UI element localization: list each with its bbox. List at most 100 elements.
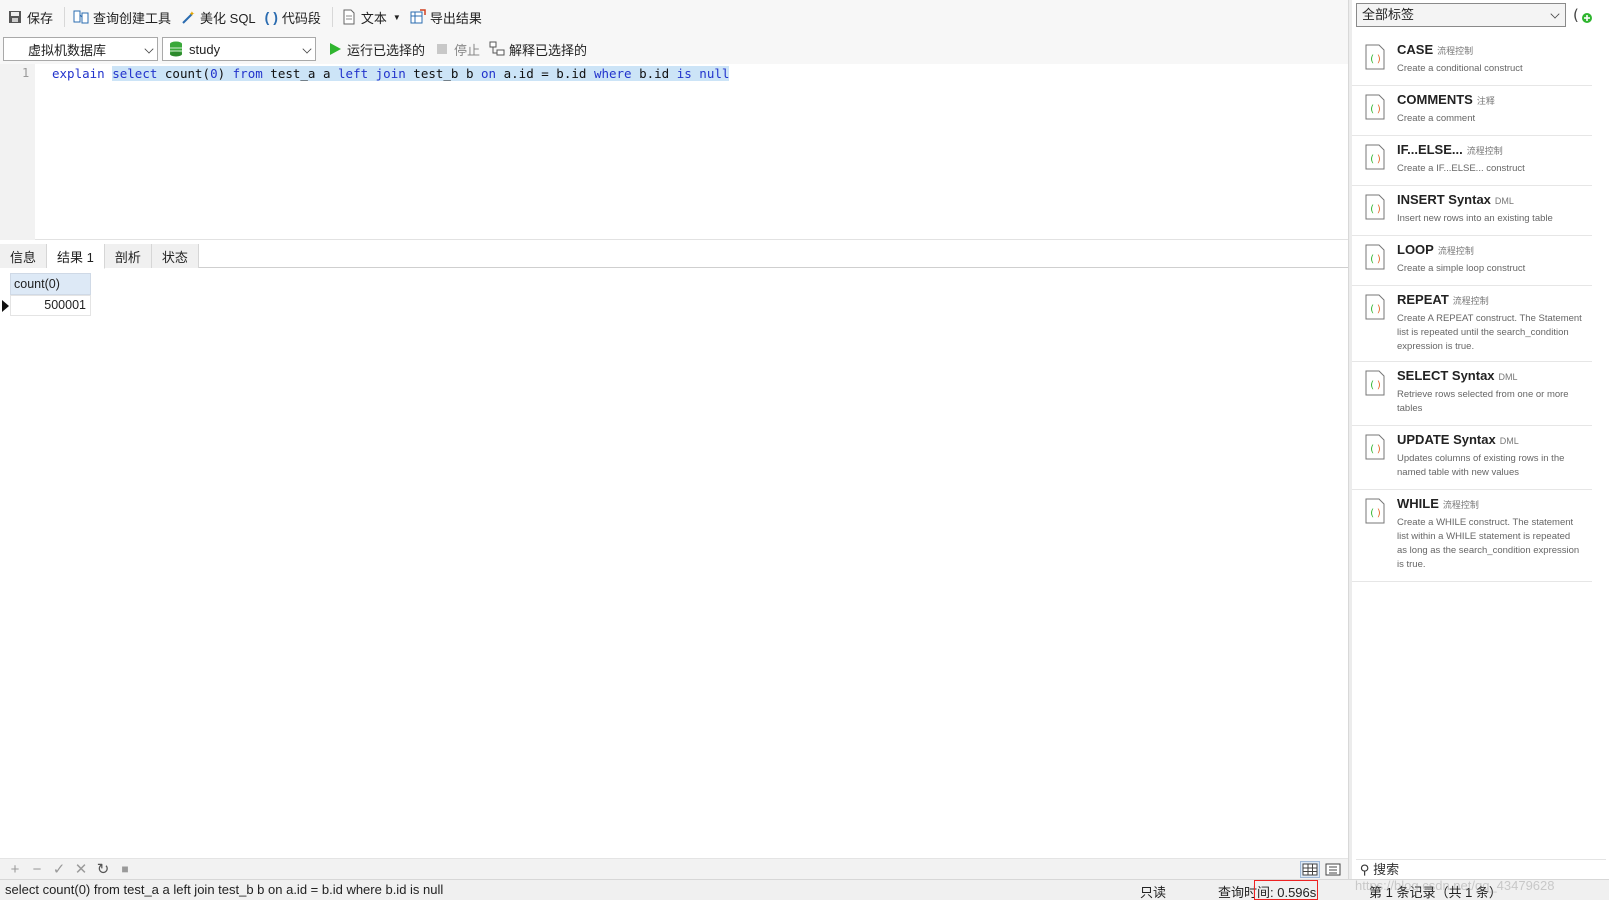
snippet-search[interactable]: ⚲ 搜索 — [1356, 859, 1606, 879]
query-time-highlight-box — [1254, 880, 1318, 900]
result-cell[interactable]: 500001 — [10, 295, 91, 316]
snippet-tag: DML — [1498, 372, 1518, 382]
stop-icon — [434, 41, 450, 57]
stop-label: 停止 — [454, 42, 481, 58]
sql-editor[interactable]: 1 explain select count(0) from test_a a … — [0, 64, 1348, 240]
svg-text:): ) — [1376, 104, 1382, 115]
svg-text:): ) — [1376, 154, 1382, 165]
toolbar-separator — [331, 7, 333, 27]
snippet-item[interactable]: () INSERT Syntax DML Insert new rows into a… — [1352, 186, 1592, 236]
tab-label: 状态 — [161, 249, 188, 265]
snippet-title: UPDATE Syntax DML — [1397, 432, 1519, 447]
tab-result-1[interactable]: 结果 1 — [47, 244, 105, 269]
floppy-disk-icon — [7, 9, 23, 25]
snippet-item[interactable]: () COMMENTS 注释 Create a comment — [1352, 86, 1592, 136]
snippet-item[interactable]: () SELECT Syntax DML Retrieve rows selected… — [1352, 362, 1592, 426]
beautify-sql-button[interactable]: ✦ 美化 SQL — [177, 4, 262, 30]
braces-icon: ( ) — [264, 9, 278, 25]
form-icon — [1325, 863, 1341, 876]
sql-token: is null — [676, 66, 730, 81]
snippet-search-placeholder: 搜索 — [1373, 862, 1400, 877]
snippet-name: COMMENTS — [1397, 92, 1473, 107]
stop-button[interactable]: 停止 — [431, 36, 486, 62]
snippet-description: Create a IF...ELSE... construct — [1397, 163, 1525, 174]
export-icon — [410, 9, 426, 25]
sql-code-line[interactable]: explain select count(0) from test_a a le… — [52, 65, 730, 83]
snippet-file-icon: () — [1364, 498, 1386, 524]
sql-token: where — [593, 66, 632, 81]
export-result-button[interactable]: 导出结果 — [407, 4, 488, 30]
stop-icon[interactable]: ■ — [114, 862, 136, 876]
save-button[interactable]: 保存 — [4, 4, 59, 30]
svg-text:): ) — [1376, 508, 1382, 519]
tab-label: 结果 1 — [57, 249, 94, 265]
snippet-item[interactable]: () CASE 流程控制 Create a conditional construct — [1352, 36, 1592, 86]
watermark: https://blog.csdn.net/qq_43479628 — [1355, 878, 1555, 893]
query-builder-button[interactable]: 查询创建工具 — [70, 4, 177, 30]
tag-filter-select[interactable]: 全部标签 — [1356, 3, 1566, 27]
discard-changes-icon[interactable]: ✕ — [70, 860, 92, 878]
snippet-name: REPEAT — [1397, 292, 1449, 307]
snippet-item[interactable]: () WHILE 流程控制 Create a WHILE construct. The… — [1352, 490, 1592, 582]
database-select[interactable]: study — [162, 37, 316, 61]
magic-wand-icon: ✦ — [180, 9, 196, 25]
dropdown-arrow-icon[interactable]: ▼ — [393, 13, 401, 22]
snippet-item[interactable]: () REPEAT 流程控制 Create A REPEAT construct. T… — [1352, 286, 1592, 362]
snippet-file-icon: () — [1364, 244, 1386, 270]
snippet-title: REPEAT 流程控制 — [1397, 292, 1489, 307]
connection-select[interactable]: 虚拟机数据库 — [3, 37, 158, 61]
snippet-item[interactable]: () IF...ELSE... 流程控制 Create a IF...ELSE... … — [1352, 136, 1592, 186]
sql-token: b.id — [631, 66, 677, 81]
code-snippet-label: 代码段 — [281, 10, 321, 26]
snippet-tag: 流程控制 — [1442, 500, 1479, 510]
snippet-description: Insert new rows into an existing table — [1397, 213, 1553, 224]
svg-text:(: ( — [1369, 154, 1375, 165]
tab-info[interactable]: 信息 — [0, 244, 48, 268]
sql-token: left join — [338, 66, 406, 81]
new-snippet-button[interactable]: ( — [1572, 4, 1594, 26]
snippet-name: IF...ELSE... — [1397, 142, 1463, 157]
svg-text:(: ( — [1369, 254, 1375, 265]
text-mode-label: 文本 — [360, 10, 387, 26]
column-header[interactable]: count(0) — [10, 273, 91, 295]
add-record-icon[interactable]: + — [4, 861, 26, 878]
snippet-name: INSERT Syntax — [1397, 192, 1491, 207]
sql-token: select — [112, 66, 158, 81]
snippet-description: Updates columns of existing rows in the … — [1397, 453, 1565, 478]
tab-profile[interactable]: 剖析 — [104, 244, 152, 268]
play-icon — [327, 41, 343, 57]
grid-toolbar: + − ✓ ✕ ↻ ■ — [0, 858, 1348, 879]
text-mode-button[interactable]: 文本 ▼ — [338, 4, 407, 30]
snippet-item[interactable]: () UPDATE Syntax DML Updates columns of exi… — [1352, 426, 1592, 490]
database-value: study — [189, 41, 221, 57]
code-snippet-button[interactable]: ( ) 代码段 — [262, 4, 327, 30]
result-tabs: 信息 结果 1 剖析 状态 — [0, 244, 1348, 269]
snippet-title: IF...ELSE... 流程控制 — [1397, 142, 1503, 157]
navicat-query-window: 保存 查询创建工具 ✦ 美化 SQL ( ) 代码段 文本 ▼ 导出结果 虚拟机… — [0, 0, 1609, 900]
main-toolbar: 保存 查询创建工具 ✦ 美化 SQL ( ) 代码段 文本 ▼ 导出结果 — [0, 0, 1348, 34]
beautify-label: 美化 SQL — [200, 10, 256, 26]
snippet-file-icon: () — [1364, 370, 1386, 396]
run-selected-button[interactable]: 运行已选择的 — [324, 36, 431, 62]
delete-record-icon[interactable]: − — [26, 861, 48, 878]
chevron-down-icon — [1550, 9, 1560, 19]
explain-selected-button[interactable]: 解释已选择的 — [486, 36, 593, 62]
tab-status[interactable]: 状态 — [151, 244, 199, 268]
svg-text:(: ( — [1369, 444, 1375, 455]
export-label: 导出结果 — [429, 10, 482, 26]
status-sql-text: select count(0) from test_a a left join … — [5, 882, 444, 897]
sql-token: test_b b — [405, 66, 482, 81]
line-number: 1 — [22, 66, 30, 80]
refresh-icon[interactable]: ↻ — [92, 860, 114, 878]
explain-selected-label: 解释已选择的 — [509, 42, 588, 58]
snippet-description: Retrieve rows selected from one or more … — [1397, 389, 1569, 414]
grid-view-button[interactable] — [1300, 861, 1320, 878]
database-icon — [169, 41, 183, 57]
status-readonly: 只读 — [1140, 885, 1167, 900]
snippet-description: Create a WHILE construct. The statement … — [1397, 517, 1580, 570]
snippet-item[interactable]: () LOOP 流程控制 Create a simple loop construct — [1352, 236, 1592, 286]
apply-changes-icon[interactable]: ✓ — [48, 860, 70, 878]
form-view-button[interactable] — [1323, 861, 1343, 878]
search-icon: ⚲ — [1360, 862, 1370, 877]
svg-text:(: ( — [1369, 508, 1375, 519]
